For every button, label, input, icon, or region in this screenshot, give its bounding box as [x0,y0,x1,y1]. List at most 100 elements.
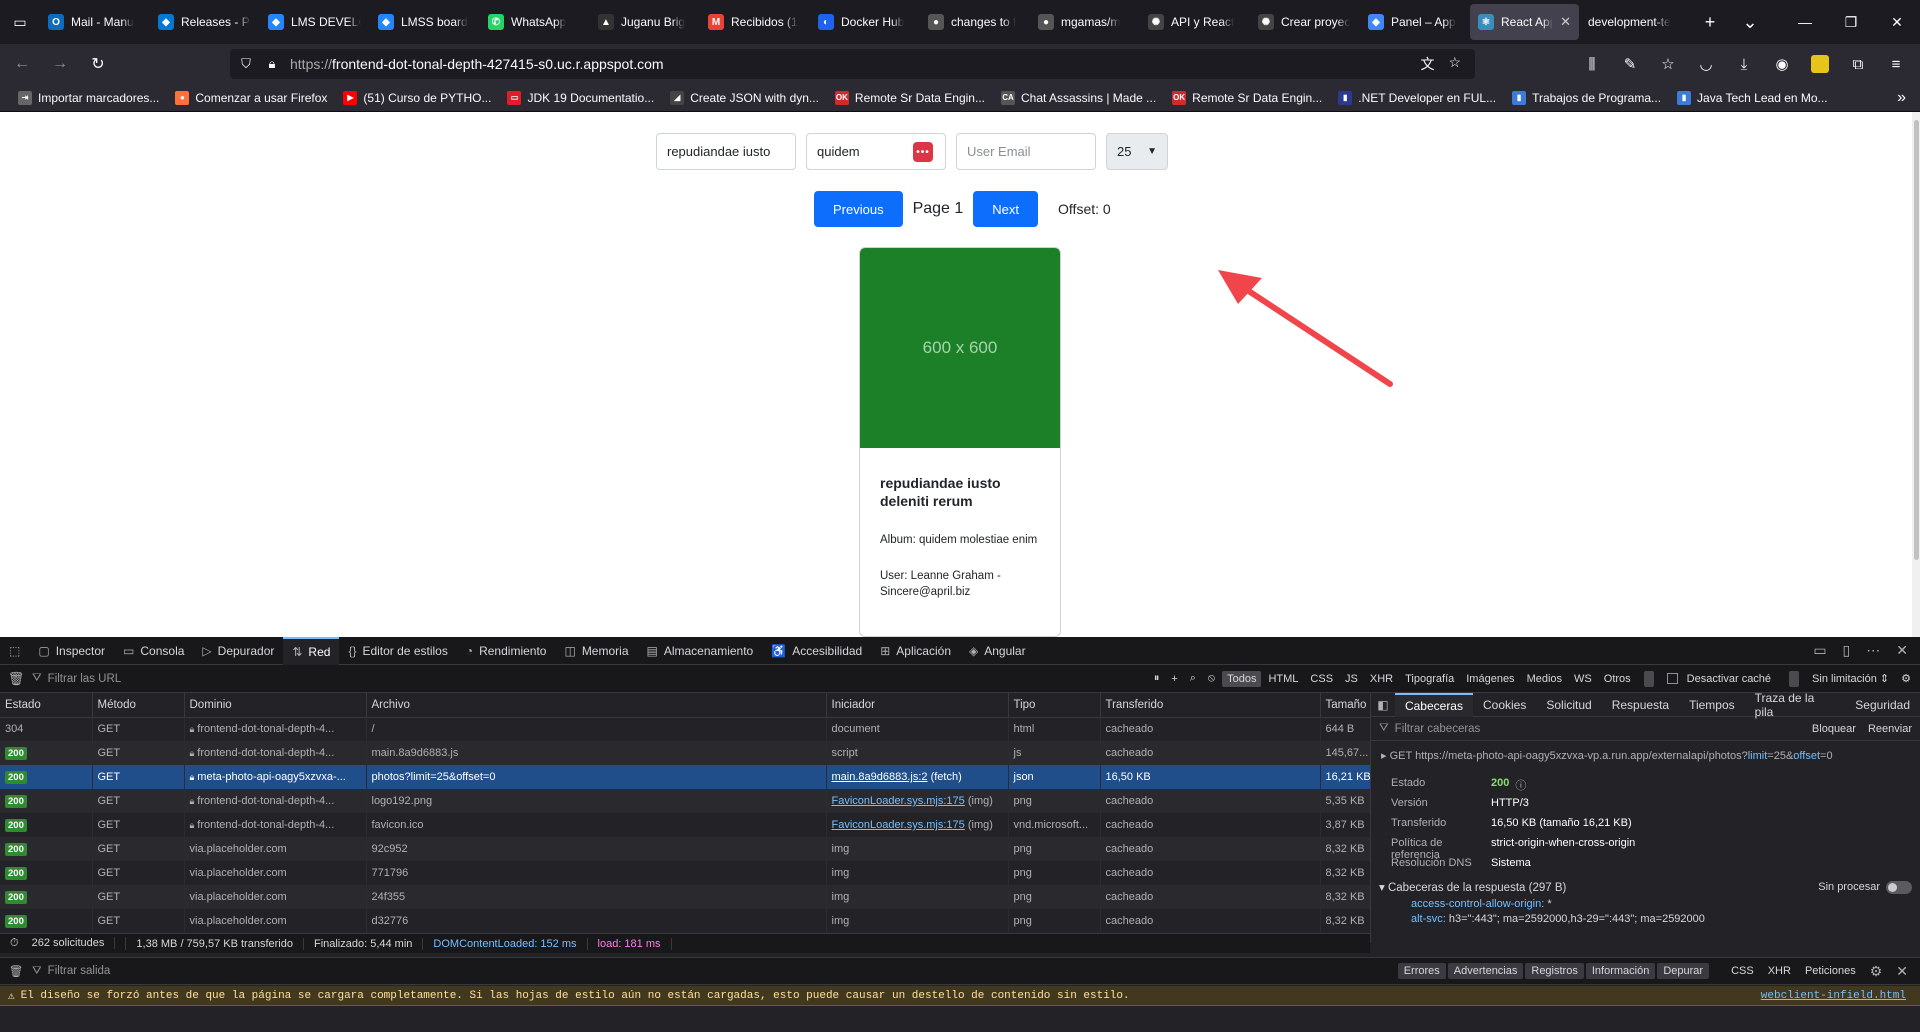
devtools-tab-editor-de-estilos[interactable]: {} Editor de estilos [339,637,456,665]
bookmark-item[interactable]: ▮ .NET Developer en FUL... [1332,86,1502,110]
browser-tab[interactable]: ◆ Panel – App [1360,4,1469,40]
console-settings-gear-icon[interactable]: ⚙ [1864,961,1889,982]
browser-tab[interactable]: O Mail - Manu [40,4,149,40]
email-filter-input[interactable]: User Email [956,133,1096,170]
request-row[interactable]: 200 GET via.placeholder.com 24f355 img png cac… [0,885,1371,909]
throttling-select[interactable]: Sin limitación ⇕ [1807,670,1894,687]
console-category-button[interactable]: Errores [1397,963,1446,979]
type-filter-button[interactable]: Medios [1522,671,1567,687]
browser-tab[interactable]: ◆ LMSS board [370,4,479,40]
devtools-tab-almacenamiento[interactable]: ▤ Almacenamiento [638,637,763,665]
details-tab[interactable]: Traza de la pila [1745,691,1846,719]
console-filter-input[interactable]: ⛛ Filtrar salida [32,965,110,978]
bookmark-item[interactable]: OK Remote Sr Data Engin... [1166,86,1328,110]
menu-hamburger-icon[interactable]: ≡ [1880,48,1912,80]
column-header[interactable]: Estado [0,693,93,718]
type-filter-button[interactable]: Imágenes [1461,671,1519,687]
dock-icon[interactable]: ▭ [1813,642,1826,659]
shield-icon[interactable]: ⛉ [238,56,254,72]
browser-tab[interactable]: ● changes to f [920,4,1029,40]
column-header[interactable]: Método [92,693,185,718]
bookmark-item[interactable]: ▮ Java Tech Lead en Mo... [1671,86,1834,110]
console-extra-toggle[interactable]: Peticiones [1799,963,1862,979]
forward-arrow-icon[interactable]: → [44,48,76,80]
type-filter-button[interactable]: Todos [1222,670,1262,687]
initiator-link[interactable]: FaviconLoader.sys.mjs:175 [832,795,965,807]
pocket-icon[interactable]: ◡ [1690,48,1722,80]
bookmark-item[interactable]: OK Remote Sr Data Engin... [829,86,991,110]
close-tab-icon[interactable]: ✕ [1560,14,1571,30]
type-filter-button[interactable]: XHR [1365,671,1398,687]
bookmark-star-icon[interactable]: ☆ [1448,54,1461,74]
more-bookmarks-chevron-icon[interactable]: » [1897,89,1920,107]
request-row[interactable]: 200 GET via.placeholder.com d32776 img png cac… [0,909,1371,933]
type-filter-button[interactable]: WS [1569,671,1597,687]
details-tab[interactable]: Cabeceras [1394,692,1473,717]
initiator-link[interactable]: main.8a9d6883.js:2 [832,771,928,783]
browser-tab[interactable]: ✆ WhatsApp [480,4,589,40]
bookmark-item[interactable]: ⇥ Importar marcadores... [12,86,165,110]
toggle-sidebar-icon[interactable]: ◧ [1371,698,1395,712]
request-row[interactable]: 200 GET 🔒︎ frontend-dot-tonal-depth-4... fav… [0,813,1371,837]
request-row[interactable]: 200 GET 🔒︎ meta-photo-api-oagy5xzvxa-... pho… [0,765,1371,789]
request-row[interactable]: 200 GET via.placeholder.com 92c952 img png cac… [0,837,1371,861]
previous-button[interactable]: Previous [814,191,903,227]
browser-tab[interactable]: ● mgamas/m [1030,4,1139,40]
browser-tab[interactable]: ◐ Docker Hub [810,4,919,40]
help-icon[interactable]: ⓘ [1515,777,1526,792]
block-button[interactable]: Bloquear [1812,723,1856,735]
warning-source-link[interactable]: webclient-infield.html [1761,990,1920,1002]
tools-wrench-icon[interactable]: ✎ [1614,48,1646,80]
request-row[interactable]: 200 GET 🔒︎ frontend-dot-tonal-depth-4... log… [0,789,1371,813]
bookmark-item[interactable]: ◢ Create JSON with dyn... [664,86,825,110]
request-row[interactable]: 200 GET via.placeholder.com 771796 img png cac… [0,861,1371,885]
column-header[interactable]: Tamaño [1320,693,1371,718]
devtools-tab-angular[interactable]: ◈ Angular [960,637,1035,665]
album-filter-input[interactable]: quidem ••• [806,133,946,170]
devtools-tab-rendimiento[interactable]: ◔ Rendimiento [457,637,556,665]
next-button[interactable]: Next [973,191,1039,227]
firefox-view-icon[interactable]: ☆ [1652,48,1684,80]
console-category-button[interactable]: Depurar [1657,963,1710,979]
reload-icon[interactable]: ↻ [82,48,114,80]
library-icon[interactable]: ⫼ [1576,48,1608,80]
console-trash-icon[interactable]: 🗑︎ [0,964,32,978]
type-filter-button[interactable]: JS [1340,671,1363,687]
devtools-tab-depurador[interactable]: ▷ Depurador [193,637,283,665]
browser-tab[interactable]: ◆ Releases - Pi [150,4,259,40]
request-row[interactable]: 200 GET 🔒︎ frontend-dot-tonal-depth-4... mai… [0,741,1371,765]
url-bar[interactable]: ⛉ 🔒︎ https://frontend-dot-tonal-depth-42… [230,49,1475,79]
pause-icon[interactable]: ⏸ [1149,670,1165,687]
console-category-button[interactable]: Información [1585,963,1656,979]
minimize-icon[interactable]: — [1782,0,1828,44]
column-header[interactable]: Dominio [184,693,367,718]
type-filter-button[interactable]: Tipografía [1400,671,1459,687]
new-tab-button[interactable]: + [1690,4,1730,40]
column-header[interactable]: Tipo [1008,693,1101,718]
bookmark-item[interactable]: ▶ (51) Curso de PYTHO... [337,86,497,110]
bookmark-item[interactable]: CA Chat Assassins | Made ... [995,86,1162,110]
network-settings-gear-icon[interactable]: ⚙ [1896,670,1916,687]
console-extra-toggle[interactable]: CSS [1725,963,1760,979]
console-category-button[interactable]: Advertencias [1447,963,1524,979]
browser-tab[interactable]: ✺ API y React [1140,4,1249,40]
type-filter-button[interactable]: Otros [1599,671,1636,687]
browser-tab[interactable]: ⚛ React App ✕ [1470,4,1579,40]
close-devtools-icon[interactable]: ✕ [1896,642,1908,659]
close-window-icon[interactable]: ✕ [1874,0,1920,44]
column-header[interactable]: Archivo [366,693,827,718]
details-tab[interactable]: Tiempos [1679,693,1745,717]
browser-tab[interactable]: ✺ Crear proyec [1250,4,1359,40]
details-tab[interactable]: Respuesta [1602,693,1679,717]
url-text[interactable]: https://frontend-dot-tonal-depth-427415-… [290,56,664,72]
devtools-tab-consola[interactable]: ▭ Consola [114,637,193,665]
extensions-puzzle-icon[interactable]: ⧉ [1842,48,1874,80]
lock-icon[interactable]: 🔒︎ [264,56,280,72]
browser-tab[interactable]: M Recibidos (1 [700,4,809,40]
account-icon[interactable]: ◉ [1766,48,1798,80]
column-header[interactable]: Iniciador [826,693,1009,718]
page-scrollbar[interactable] [1912,112,1920,637]
console-extra-toggle[interactable]: XHR [1762,963,1797,979]
devtools-tab-memoria[interactable]: ◫ Memoria [555,637,637,665]
details-tab[interactable]: Seguridad [1845,693,1920,717]
